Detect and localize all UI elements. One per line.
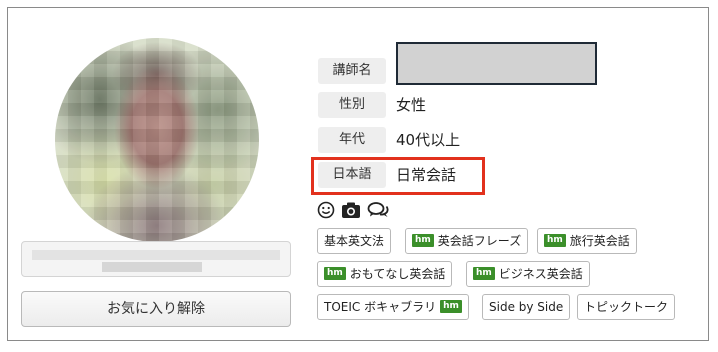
teacher-avatar bbox=[55, 38, 259, 242]
teacher-name-bar[interactable] bbox=[21, 241, 291, 277]
hm-badge-icon: hm bbox=[473, 267, 495, 280]
smiley-icon bbox=[317, 201, 335, 219]
hm-badge-icon: hm bbox=[412, 234, 434, 247]
tag-hospitality-english[interactable]: hm おもてなし英会話 bbox=[317, 261, 453, 287]
hm-badge-icon: hm bbox=[324, 267, 346, 280]
tag-conversation-phrases[interactable]: hm 英会話フレーズ bbox=[405, 228, 529, 254]
gender-value: 女性 bbox=[396, 96, 427, 114]
teacher-name-label: 講師名 bbox=[318, 58, 386, 84]
remove-favorite-button[interactable]: お気に入り解除 bbox=[21, 291, 291, 327]
teacher-name-value-masked bbox=[396, 42, 597, 85]
hm-badge-icon: hm bbox=[544, 234, 566, 247]
tag-side-by-side[interactable]: Side by Side bbox=[482, 294, 571, 320]
tag-basic-grammar[interactable]: 基本英文法 bbox=[317, 228, 392, 254]
camera-icon bbox=[342, 202, 360, 218]
age-value: 40代以上 bbox=[396, 131, 461, 149]
tag-travel-english[interactable]: hm 旅行英会話 bbox=[537, 228, 637, 254]
tag-toeic-vocabulary[interactable]: TOEIC ボキャブラリ hm bbox=[317, 294, 469, 320]
chat-bubbles-icon bbox=[367, 202, 389, 217]
gender-label: 性別 bbox=[318, 92, 386, 118]
tag-business-english[interactable]: hm ビジネス英会話 bbox=[466, 261, 590, 287]
tag-topic-talk[interactable]: トピックトーク bbox=[577, 294, 676, 320]
japanese-highlight-box bbox=[311, 157, 485, 195]
age-label: 年代 bbox=[318, 127, 386, 153]
hm-badge-icon: hm bbox=[440, 300, 462, 313]
